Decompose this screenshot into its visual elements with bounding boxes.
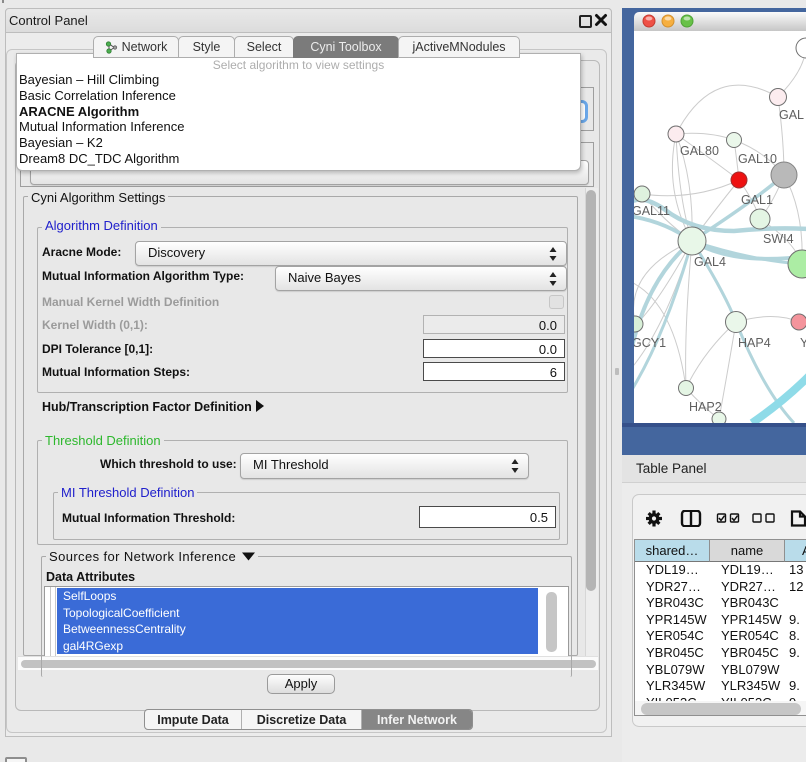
svg-text:GAL4: GAL4 bbox=[694, 255, 726, 269]
svg-text:GAL10: GAL10 bbox=[738, 152, 777, 166]
svg-text:GCY1: GCY1 bbox=[634, 336, 666, 350]
svg-text:HAP4: HAP4 bbox=[738, 336, 771, 350]
svg-text:Y: Y bbox=[800, 336, 806, 350]
svg-text:GAL1: GAL1 bbox=[741, 193, 773, 207]
svg-text:GAL80: GAL80 bbox=[680, 144, 719, 158]
svg-text:SWI4: SWI4 bbox=[763, 232, 794, 246]
svg-text:HAP2: HAP2 bbox=[689, 400, 722, 414]
svg-text:GAL11: GAL11 bbox=[634, 204, 670, 218]
svg-text:GAL: GAL bbox=[779, 108, 804, 122]
